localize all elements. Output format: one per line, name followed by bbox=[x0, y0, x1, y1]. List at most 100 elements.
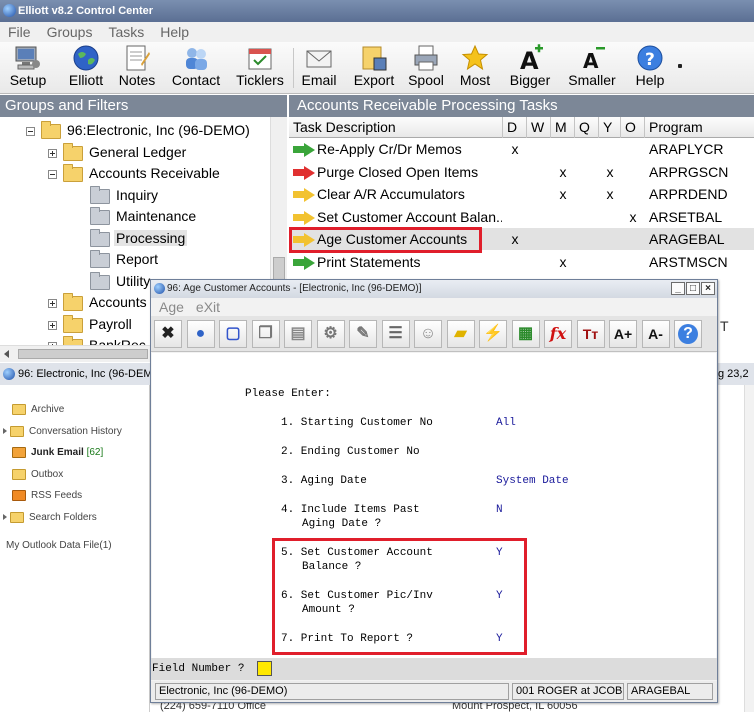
column-o[interactable]: O bbox=[621, 117, 645, 138]
task-freq-y: x bbox=[606, 163, 614, 180]
minimize-button[interactable]: _ bbox=[671, 282, 685, 295]
column-program[interactable]: Program bbox=[645, 117, 754, 138]
tree-item-report[interactable]: Report bbox=[90, 248, 160, 270]
task-row[interactable]: Set Customer Account Balan... x ARSETBAL bbox=[289, 206, 754, 228]
outlook-folder-conversation-history[interactable]: Conversation History bbox=[3, 422, 122, 442]
paste-tool-button[interactable]: ▤ bbox=[284, 320, 312, 348]
field-2-label: 2. Ending Customer No bbox=[281, 446, 420, 458]
menu-file[interactable]: File bbox=[0, 22, 39, 42]
calendar-tool-button[interactable]: ▦ bbox=[511, 320, 540, 348]
notes-button[interactable]: Notes bbox=[115, 44, 159, 92]
font-bigger-tool-button[interactable]: A+ bbox=[609, 320, 637, 348]
task-freq-d bbox=[504, 183, 526, 205]
column-y[interactable]: Y bbox=[599, 117, 621, 138]
column-q[interactable]: Q bbox=[575, 117, 599, 138]
tree-item-accounts[interactable]: Accounts bbox=[48, 291, 149, 313]
tree-item-payroll[interactable]: Payroll bbox=[48, 313, 134, 335]
expand-icon[interactable] bbox=[3, 514, 7, 521]
expand-icon[interactable] bbox=[3, 428, 7, 435]
close-button[interactable]: × bbox=[701, 282, 715, 295]
copy-tool-button[interactable]: ❐ bbox=[251, 320, 280, 348]
contacts-tool-button[interactable]: ☺ bbox=[414, 320, 442, 348]
outlook-folder-outbox[interactable]: Outbox bbox=[12, 465, 63, 485]
ruler-tool-button[interactable]: ▰ bbox=[446, 320, 475, 348]
export-button[interactable]: Export bbox=[349, 44, 399, 92]
tree-item-maintenance[interactable]: Maintenance bbox=[90, 205, 198, 227]
menu-tasks[interactable]: Tasks bbox=[100, 22, 152, 42]
task-freq-y bbox=[599, 228, 621, 250]
field-number-input[interactable] bbox=[257, 661, 272, 676]
age-customer-accounts-dialog: 96: Age Customer Accounts - [Electronic,… bbox=[150, 279, 718, 703]
task-row[interactable]: Clear A/R Accumulators x x ARPRDEND bbox=[289, 183, 754, 205]
task-freq-w bbox=[528, 183, 550, 205]
contact-button[interactable]: Contact bbox=[168, 44, 224, 92]
help-button[interactable]: ? Help bbox=[630, 44, 670, 92]
smaller-button[interactable]: A Smaller bbox=[564, 44, 620, 92]
menu-groups[interactable]: Groups bbox=[39, 22, 101, 42]
tree-item-inquiry[interactable]: Inquiry bbox=[90, 184, 160, 206]
column-task-description[interactable]: Task Description bbox=[289, 117, 503, 138]
dialog-toolbar: ✖ ● ▢ ❐ ▤ ⚙ ✎ ☰ ☺ ▰ ⚡ ▦ fx Tт A+ A-? bbox=[151, 316, 717, 352]
font-bigger-icon: A bbox=[516, 44, 544, 75]
task-row[interactable]: Purge Closed Open Items x x ARPRGSCN bbox=[289, 161, 754, 183]
expand-icon[interactable] bbox=[48, 298, 57, 308]
task-row[interactable]: Re-Apply Cr/Dr Memos x ARAPLYCR bbox=[289, 138, 754, 160]
email-button[interactable]: Email bbox=[298, 44, 340, 92]
column-m[interactable]: M bbox=[551, 117, 575, 138]
toolbar-overflow-icon[interactable] bbox=[678, 64, 682, 68]
field-3-value[interactable]: System Date bbox=[496, 475, 569, 487]
menu-help[interactable]: Help bbox=[152, 22, 197, 42]
outlook-data-file[interactable]: My Outlook Data File(1) bbox=[6, 536, 112, 556]
elliott-button[interactable]: Elliott bbox=[62, 44, 110, 92]
task-freq-w bbox=[528, 138, 550, 160]
outlook-folder-rss-feeds[interactable]: RSS Feeds bbox=[12, 486, 82, 506]
bigger-button[interactable]: A Bigger bbox=[506, 44, 554, 92]
task-row[interactable]: Print Statements x ARSTMSCN bbox=[289, 251, 754, 273]
outlook-folder-archive[interactable]: Archive bbox=[12, 400, 64, 420]
column-d[interactable]: D bbox=[503, 117, 527, 138]
menu-age[interactable]: Age bbox=[153, 298, 190, 316]
tree-item-processing[interactable]: Processing bbox=[90, 227, 188, 249]
tree-item-company[interactable]: 96:Electronic, Inc (96-DEMO) bbox=[26, 119, 252, 141]
most-button[interactable]: Most bbox=[455, 44, 495, 92]
scrollbar-thumb[interactable] bbox=[18, 349, 148, 359]
ticklers-button[interactable]: Ticklers bbox=[231, 44, 289, 92]
font-size-tool-button[interactable]: Tт bbox=[576, 320, 605, 348]
menu-exit[interactable]: eXit bbox=[190, 298, 226, 316]
font-smaller-tool-button[interactable]: A- bbox=[641, 320, 670, 348]
search-folder-icon bbox=[10, 511, 24, 523]
column-w[interactable]: W bbox=[527, 117, 551, 138]
field-1-label: 1. Starting Customer No bbox=[281, 417, 433, 429]
task-freq-d: x bbox=[511, 231, 519, 247]
field-3-label: 3. Aging Date bbox=[281, 475, 367, 487]
tree-item-accounts-receivable[interactable]: Accounts Receivable bbox=[48, 162, 222, 184]
collapse-icon[interactable] bbox=[26, 126, 35, 136]
select-tool-button[interactable]: ▢ bbox=[219, 320, 247, 348]
tree-item-general-ledger[interactable]: General Ledger bbox=[48, 141, 188, 163]
fx-tool-button[interactable]: fx bbox=[544, 320, 572, 348]
close-x-tool-button[interactable]: ✖ bbox=[154, 320, 182, 348]
scroll-left-icon[interactable] bbox=[4, 350, 9, 358]
outlook-folder-junk-email[interactable]: Junk Email [62] bbox=[12, 443, 103, 463]
fx-icon: fx bbox=[549, 324, 567, 343]
spool-button[interactable]: Spool bbox=[404, 44, 448, 92]
list-tool-button[interactable]: ☰ bbox=[381, 320, 410, 348]
task-description: Print Statements bbox=[317, 253, 421, 270]
field-1-value[interactable]: All bbox=[496, 417, 516, 429]
globe-tool-button[interactable]: ● bbox=[186, 320, 215, 348]
setup-button[interactable]: Setup bbox=[5, 44, 51, 92]
tree-item-utility[interactable]: Utility bbox=[90, 270, 152, 292]
reading-pane-scrollbar[interactable] bbox=[744, 385, 754, 712]
field-4-value[interactable]: N bbox=[496, 504, 503, 516]
outlook-folder-search[interactable]: Search Folders bbox=[3, 508, 97, 528]
edit-tool-button[interactable]: ✎ bbox=[349, 320, 377, 348]
lightning-tool-button[interactable]: ⚡ bbox=[479, 320, 507, 348]
settings-gear-tool-button[interactable]: ⚙ bbox=[316, 320, 345, 348]
collapse-icon[interactable] bbox=[48, 169, 57, 179]
expand-icon[interactable] bbox=[48, 148, 57, 158]
field-4-label: 4. Include Items Past bbox=[281, 504, 420, 516]
expand-icon[interactable] bbox=[48, 320, 57, 330]
maximize-button[interactable]: □ bbox=[686, 282, 700, 295]
help-tool-button[interactable]: ? bbox=[674, 320, 702, 348]
tree-item-bankrec[interactable]: BankRec bbox=[48, 334, 148, 345]
